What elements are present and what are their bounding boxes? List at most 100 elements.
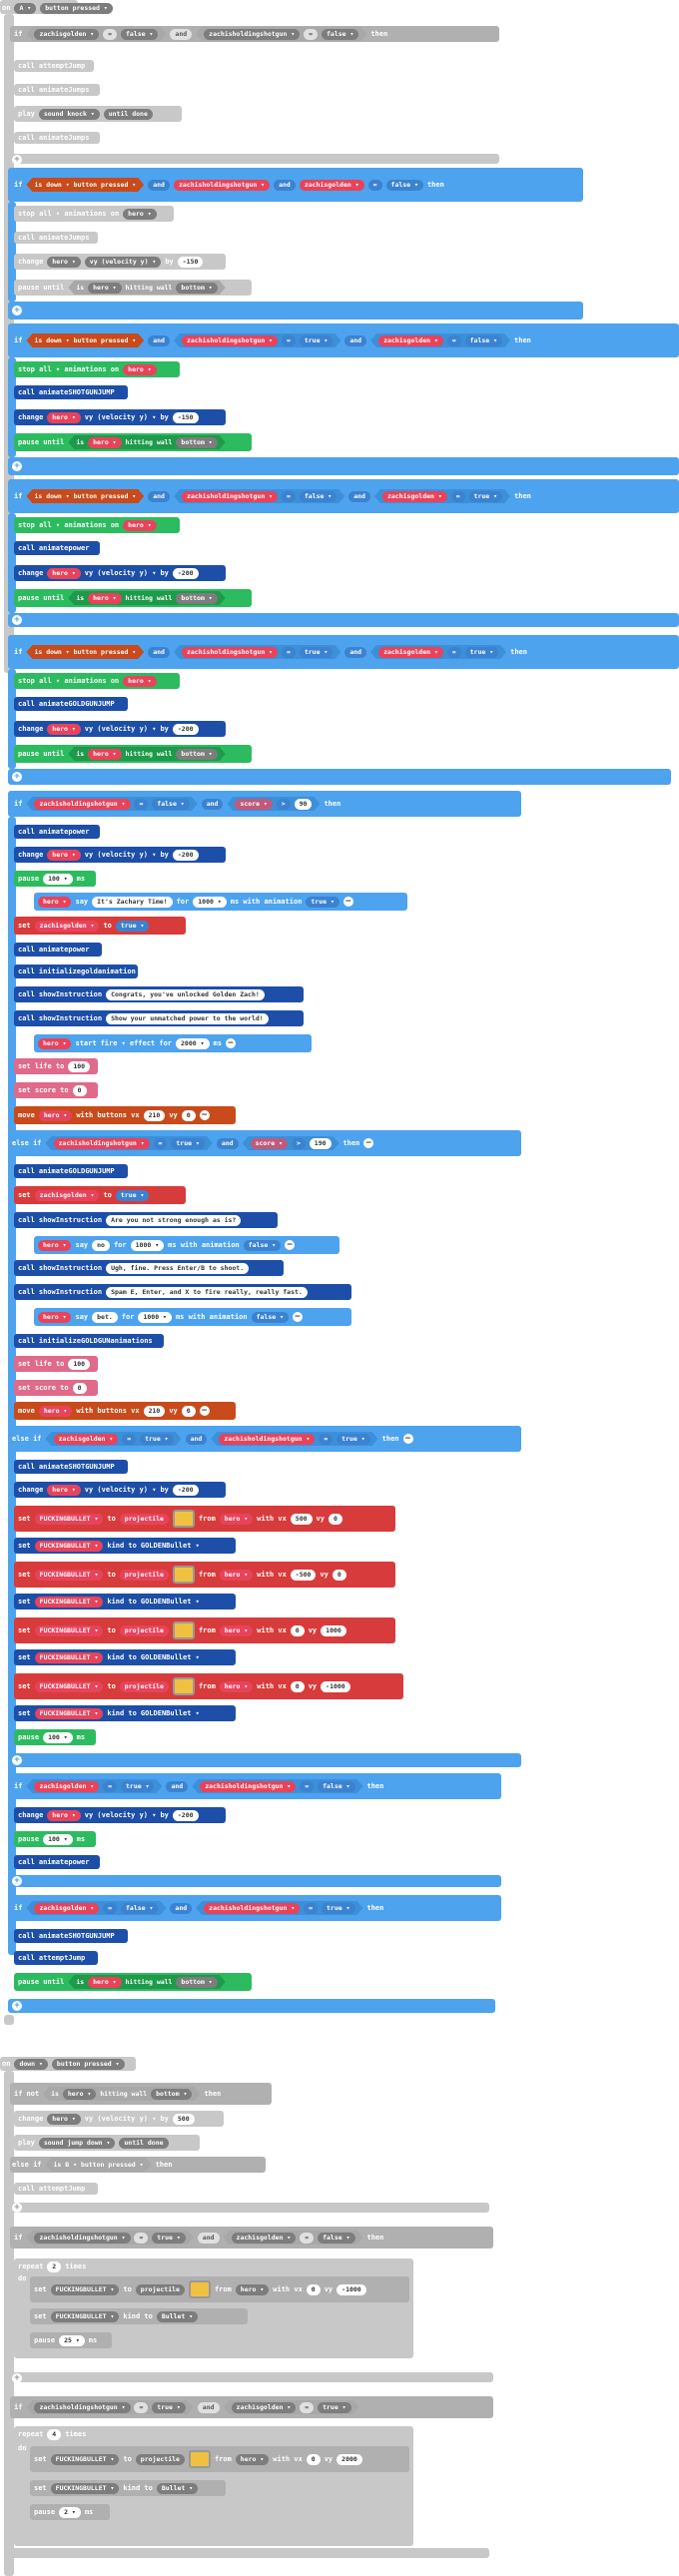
button-pressed-dropdown[interactable]: button pressed ▾	[81, 2161, 144, 2169]
and-op[interactable]: and	[166, 1780, 189, 1792]
bullet-var[interactable]: FUCKINGBULLET ▾	[34, 1569, 104, 1581]
false-dropdown[interactable]: false ▾	[465, 335, 502, 346]
bullet-sprite-icon[interactable]	[188, 2280, 211, 2298]
add-else-icon[interactable]: +	[12, 306, 22, 316]
condition-golden[interactable]: zachisgolden ▾ = false ▾	[26, 1901, 166, 1915]
condition-shotgun[interactable]: zachisholdingshotgun ▾ = false ▾	[192, 1779, 362, 1793]
gt-op[interactable]: >	[277, 799, 291, 810]
condition-shotgun[interactable]: zachisholdingshotgun ▾ = false ▾	[26, 797, 197, 811]
hitting-wall-condition[interactable]: is hero ▾ hitting wall bottom ▾	[43, 2087, 200, 2101]
bullet-var[interactable]: FUCKINGBULLET ▾	[34, 1624, 104, 1636]
hero-dropdown[interactable]: hero ▾	[88, 1977, 121, 1988]
false-dropdown[interactable]: false ▾	[318, 2233, 354, 2244]
eq-op[interactable]: =	[300, 1781, 314, 1792]
hero-dropdown[interactable]: hero ▾	[47, 256, 81, 268]
kind-dropdown[interactable]: GOLDENBullet ▾	[141, 1542, 200, 1550]
add-else-icon[interactable]: +	[12, 1876, 22, 1886]
and-op[interactable]: and	[170, 28, 193, 40]
hero-dropdown[interactable]: hero ▾	[88, 437, 121, 448]
var-shotgun[interactable]: zachisholdingshotgun ▾	[34, 2233, 130, 2244]
var-zachisgolden[interactable]: zachisgolden ▾	[378, 335, 443, 346]
value-input[interactable]: 0	[306, 2283, 321, 2295]
kind-dropdown[interactable]: GOLDENBullet ▾	[141, 1709, 200, 1717]
button-pressed-dropdown[interactable]: button pressed ▾	[74, 492, 137, 500]
false-dropdown[interactable]: false ▾	[318, 1781, 354, 1792]
true-dropdown[interactable]: true ▾	[465, 647, 498, 658]
hero-dropdown[interactable]: hero ▾	[38, 1037, 72, 1049]
kind-dropdown[interactable]: GOLDENBullet ▾	[141, 1598, 200, 1606]
var-shotgun[interactable]: zachisholdingshotgun ▾	[204, 1903, 300, 1914]
sound-dropdown[interactable]: sound knock ▾	[38, 108, 100, 120]
b-pressed-condition[interactable]: is B ▾ button pressed ▾	[46, 2158, 152, 2172]
value-input[interactable]: 0	[306, 2453, 321, 2465]
eq-op[interactable]: =	[154, 1138, 168, 1149]
bullet-var[interactable]: FUCKINGBULLET ▾	[34, 1680, 104, 1692]
bullet-var[interactable]: FUCKINGBULLET ▾	[34, 1513, 104, 1525]
condition-shotgun[interactable]: zachisholdingshotgun ▾ = true ▾	[174, 645, 340, 659]
eq-op[interactable]: =	[134, 799, 148, 810]
eq-op[interactable]: =	[282, 647, 296, 658]
button-pressed-dropdown[interactable]: button pressed ▾	[40, 2, 113, 14]
hero-dropdown[interactable]: hero ▾	[235, 2453, 270, 2465]
hero-dropdown[interactable]: hero ▾	[219, 1680, 254, 1692]
instruction-text[interactable]: Show your unmatched power to the world!	[106, 1012, 269, 1024]
bullet-var[interactable]: FUCKINGBULLET ▾	[50, 2283, 120, 2295]
hero-dropdown[interactable]: hero ▾	[47, 2113, 81, 2125]
and-op[interactable]: and	[148, 646, 170, 658]
condition-shotgun[interactable]: zachisholdingshotgun ▾ = true ▾	[211, 1432, 377, 1446]
var-shotgun[interactable]: zachisholdingshotgun ▾	[34, 799, 130, 810]
say-text-input[interactable]: no	[92, 1239, 110, 1251]
instruction-text[interactable]: Spam E, Enter, and X to fire really, rea…	[106, 1286, 308, 1298]
say-text-input[interactable]: It's Zachary Time!	[92, 896, 173, 908]
var-zachisgolden[interactable]: zachisgolden ▾	[382, 491, 447, 502]
sound-dropdown[interactable]: sound jump down ▾	[38, 2137, 116, 2149]
true-dropdown[interactable]: true ▾	[115, 920, 150, 932]
eq-op[interactable]: =	[304, 1903, 318, 1914]
hero-dropdown[interactable]: hero ▾	[47, 1484, 81, 1496]
false-dropdown[interactable]: false ▾	[121, 29, 158, 40]
value-input[interactable]: 100	[68, 1060, 91, 1072]
and-op[interactable]: and	[197, 2232, 220, 2244]
hero-dropdown[interactable]: hero ▾	[47, 1809, 81, 1821]
false-dropdown[interactable]: false ▾	[243, 1239, 282, 1251]
fire-dropdown[interactable]: fire ▾	[101, 1039, 126, 1047]
condition-is-down[interactable]: is down ▾ button pressed ▾	[26, 645, 144, 659]
eq-op[interactable]: =	[122, 1434, 136, 1445]
condition-golden[interactable]: zachisgolden ▾ = true ▾	[374, 489, 510, 503]
true-dropdown[interactable]: true ▾	[300, 335, 333, 346]
hero-dropdown[interactable]: hero ▾	[38, 896, 72, 908]
hero-dropdown[interactable]: hero ▾	[123, 519, 157, 531]
value-input[interactable]: -150	[177, 256, 204, 268]
bullet-var[interactable]: FUCKINGBULLET ▾	[50, 2482, 120, 2494]
bottom-dropdown[interactable]: bottom ▾	[151, 2089, 192, 2100]
condition-score[interactable]: score ▾ > 90	[227, 797, 320, 811]
true-dropdown[interactable]: true ▾	[469, 491, 502, 502]
hero-dropdown[interactable]: hero ▾	[219, 1624, 254, 1636]
instruction-text[interactable]: Are you not strong enough as is?	[106, 1214, 242, 1226]
until-done-dropdown[interactable]: until done	[103, 108, 153, 120]
hero-dropdown[interactable]: hero ▾	[123, 363, 157, 375]
value-input[interactable]: 2000	[337, 2453, 362, 2465]
true-dropdown[interactable]: true ▾	[322, 1903, 354, 1914]
bullet-var[interactable]: FUCKINGBULLET ▾	[34, 1651, 104, 1663]
minus-icon[interactable]: −	[293, 1312, 303, 1322]
add-else-icon[interactable]: +	[12, 2373, 22, 2383]
eq-op[interactable]: =	[447, 647, 461, 658]
value-input[interactable]: 0	[328, 1513, 342, 1525]
hero-dropdown[interactable]: hero ▾	[38, 1405, 73, 1417]
false-dropdown[interactable]: false ▾	[121, 1903, 158, 1914]
bullet-sprite-icon[interactable]	[172, 1621, 195, 1639]
true-dropdown[interactable]: true ▾	[171, 1138, 204, 1149]
add-else-icon[interactable]: +	[12, 772, 22, 782]
ms-dropdown[interactable]: 25 ▾	[59, 2334, 85, 2346]
down-dropdown[interactable]: down ▾	[46, 336, 69, 344]
add-else-icon[interactable]: +	[12, 461, 22, 471]
and-op[interactable]: and	[348, 490, 370, 502]
and-op[interactable]: and	[148, 179, 170, 191]
var-zachisgolden[interactable]: zachisgolden ▾	[34, 920, 100, 932]
value-input[interactable]: 0	[290, 1680, 305, 1692]
bullet-var[interactable]: FUCKINGBULLET ▾	[50, 2453, 120, 2465]
score-var[interactable]: score ▾	[251, 1138, 288, 1149]
condition-shotgun[interactable]: zachisholdingshotgun ▾ = true ▾	[174, 333, 340, 347]
bottom-dropdown[interactable]: bottom ▾	[176, 437, 217, 448]
